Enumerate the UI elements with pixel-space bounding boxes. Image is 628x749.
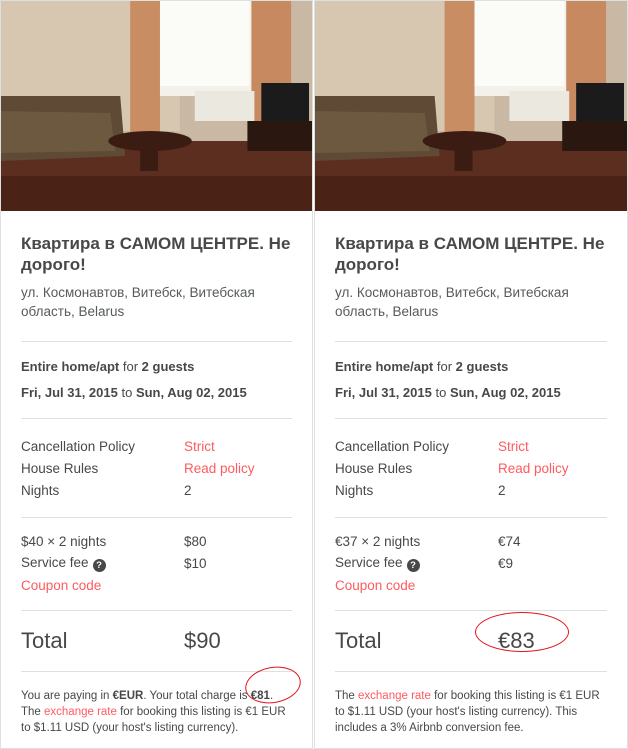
note-text: The [335, 690, 359, 702]
policy-table: Cancellation Policy Strict House Rules Rea… [1, 435, 312, 501]
coupon-code-link[interactable]: Coupon code [21, 578, 184, 593]
booking-card-left: Квартира в САМОМ ЦЕНТРЕ. Не дорого! ул. … [0, 0, 313, 749]
listing-photo[interactable] [1, 1, 312, 211]
guest-count: 2 guests [455, 359, 509, 374]
listing-title: Квартира в САМОМ ЦЕНТРЕ. Не дорого! [335, 234, 605, 274]
listing-address: ул. Космонавтов, Витебск, Витебская обла… [21, 285, 255, 319]
room-type: Entire home/apt [335, 359, 434, 374]
dates-connector: to [435, 385, 447, 400]
listing-address: ул. Космонавтов, Витебск, Витебская обла… [335, 285, 569, 319]
guests-connector: for [122, 359, 139, 374]
divider [21, 341, 292, 342]
nightly-price-label: $40 × 2 nights [21, 533, 107, 549]
service-fee-label: Service fee [21, 554, 89, 570]
note-text: The [21, 706, 45, 718]
living-room-photo [315, 1, 627, 211]
policy-table: Cancellation Policy Strict House Rules Rea… [315, 435, 627, 501]
total-label: Total [335, 628, 382, 653]
total-row: Total $90 [1, 611, 312, 671]
nights-label: Nights [335, 482, 374, 498]
nights-value: 2 [498, 482, 506, 498]
divider [335, 671, 607, 672]
nights-label: Nights [21, 482, 60, 498]
paying-currency: €EUR [112, 690, 144, 702]
guest-count: 2 guests [141, 359, 195, 374]
divider [21, 671, 292, 672]
checkout-date: Sun, Aug 02, 2015 [449, 385, 561, 400]
total-label: Total [21, 628, 68, 653]
living-room-photo [1, 1, 312, 211]
exchange-rate-link[interactable]: exchange rate [44, 706, 117, 718]
nightly-price-value: €74 [498, 533, 521, 549]
divider [335, 517, 607, 518]
divider [21, 418, 292, 419]
total-value: €83 [498, 628, 535, 653]
note-text: You are paying in [21, 690, 113, 702]
guests-connector: for [436, 359, 453, 374]
listing-photo[interactable] [315, 1, 627, 211]
divider [335, 341, 607, 342]
question-mark-icon[interactable]: ? [406, 558, 420, 572]
question-mark-icon[interactable]: ? [92, 558, 106, 572]
checkin-date: Fri, Jul 31, 2015 [335, 385, 432, 400]
divider [21, 517, 292, 518]
cancellation-policy-link[interactable]: Strict [184, 439, 292, 454]
cancellation-label: Cancellation Policy [21, 438, 136, 454]
checkin-date: Fri, Jul 31, 2015 [21, 385, 118, 400]
note-text: . Your total charge is [143, 690, 251, 702]
note-text: . [269, 690, 274, 702]
house-rules-label: House Rules [335, 460, 413, 476]
divider [335, 418, 607, 419]
house-rules-label: House Rules [21, 460, 99, 476]
price-table: €37 × 2 nights €74 Service fee? €9 Coupon … [315, 530, 627, 596]
nightly-price-value: $80 [184, 533, 207, 549]
booking-card-right: Квартира в САМОМ ЦЕНТРЕ. Не дорого! ул. … [314, 0, 628, 749]
nightly-price-label: €37 × 2 nights [335, 533, 421, 549]
house-rules-link[interactable]: Read policy [498, 461, 607, 476]
house-rules-link[interactable]: Read policy [184, 461, 292, 476]
coupon-code-link[interactable]: Coupon code [335, 578, 498, 593]
room-type: Entire home/apt [21, 359, 120, 374]
reservation-summary: Entire home/apt for 2 guests Fri, Jul 31… [1, 354, 312, 406]
cancellation-policy-link[interactable]: Strict [498, 439, 607, 454]
service-fee-value: €9 [498, 555, 514, 571]
reservation-summary: Entire home/apt for 2 guests Fri, Jul 31… [315, 354, 627, 406]
dates-connector: to [121, 385, 133, 400]
price-table: $40 × 2 nights $80 Service fee? $10 Coupon… [1, 530, 312, 596]
currency-note: You are paying in €EUR. Your total charg… [1, 688, 312, 736]
service-fee-label: Service fee [335, 554, 403, 570]
service-fee-value: $10 [184, 555, 207, 571]
currency-note: The exchange rate for booking this listi… [315, 688, 627, 736]
listing-title: Квартира в САМОМ ЦЕНТРЕ. Не дорого! [21, 234, 291, 274]
total-row: Total €83 [315, 611, 627, 671]
cancellation-label: Cancellation Policy [335, 438, 450, 454]
exchange-rate-link[interactable]: exchange rate [358, 690, 431, 702]
nights-value: 2 [184, 482, 192, 498]
total-value: $90 [184, 628, 221, 653]
checkout-date: Sun, Aug 02, 2015 [135, 385, 247, 400]
charge-amount: €81 [250, 690, 270, 702]
